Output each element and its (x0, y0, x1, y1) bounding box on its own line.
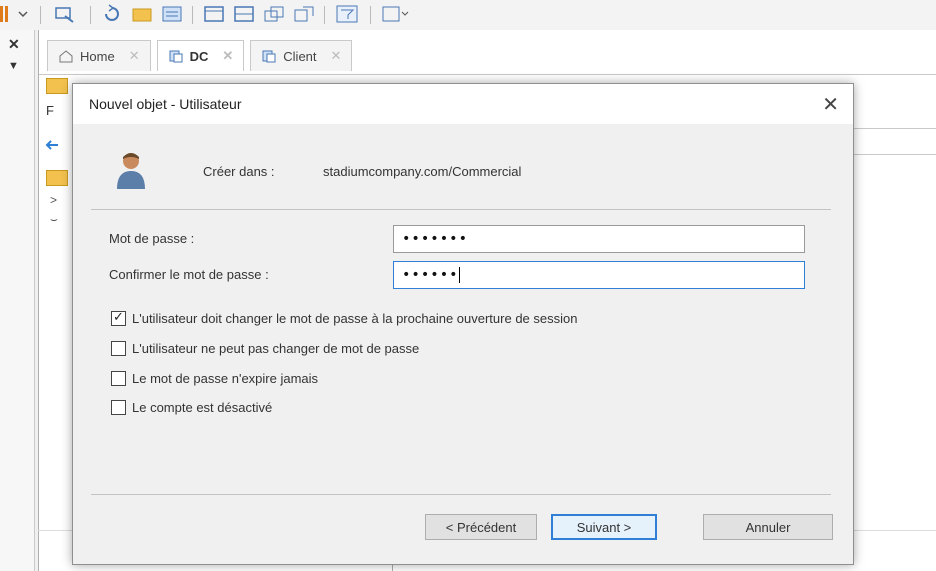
home-icon (59, 50, 73, 63)
confirm-password-field[interactable]: •••••• (393, 261, 805, 289)
menu-fragment: F (46, 103, 54, 118)
divider (91, 494, 831, 495)
toolbar-separator (40, 6, 41, 24)
new-user-dialog: Nouvel objet - Utilisateur ✕ Créer dans … (72, 83, 854, 565)
close-icon[interactable]: ✕ (8, 36, 20, 53)
option-must-change-password[interactable]: L'utilisateur doit changer le mot de pas… (111, 309, 578, 326)
header-line (852, 128, 936, 129)
export-icon[interactable] (292, 4, 316, 24)
option-cannot-change-password[interactable]: L'utilisateur ne peut pas changer de mot… (111, 341, 419, 356)
server-icon (169, 50, 183, 63)
checkbox[interactable] (111, 400, 126, 415)
option-label: L'utilisateur doit changer le mot de pas… (132, 311, 578, 326)
back-arrow-icon[interactable] (44, 138, 60, 150)
cancel-button[interactable]: Annuler (703, 514, 833, 540)
group-icon[interactable] (262, 4, 286, 24)
toolbar-separator (324, 6, 325, 24)
toolbar (0, 0, 936, 30)
checkbox[interactable] (111, 341, 126, 356)
view-icon[interactable] (232, 4, 256, 24)
create-in-label: Créer dans : (203, 164, 275, 179)
move-icon[interactable] (52, 4, 78, 24)
dropdown-icon[interactable] (18, 4, 28, 24)
tab-home[interactable]: Home ✕ (47, 40, 151, 71)
option-label: L'utilisateur ne peut pas changer de mot… (132, 341, 420, 356)
text-cursor (458, 267, 460, 283)
divider (91, 209, 831, 210)
tab-dc[interactable]: DC ✕ (156, 40, 245, 71)
close-icon[interactable]: ✕ (822, 92, 839, 117)
toolbar-separator (192, 6, 193, 24)
checkbox[interactable] (111, 309, 126, 326)
properties-icon[interactable] (202, 4, 226, 24)
folder-icon[interactable] (130, 4, 154, 24)
folder-icon (46, 170, 68, 186)
pause-icon[interactable] (0, 6, 10, 22)
filter-icon[interactable] (334, 4, 360, 24)
confirm-password-value: •••••• (402, 267, 459, 283)
user-icon (117, 153, 145, 189)
left-panel: ✕ ▼ (0, 30, 35, 571)
tab-label: Home (80, 48, 115, 64)
folder-icon (46, 78, 68, 94)
dialog-titlebar[interactable]: Nouvel objet - Utilisateur ✕ (73, 84, 853, 124)
tab-client[interactable]: Client ✕ (250, 40, 353, 71)
option-account-disabled[interactable]: Le compte est désactivé (111, 400, 272, 415)
close-icon[interactable]: ✕ (331, 48, 342, 64)
tab-label: Client (283, 48, 317, 64)
chevron-down-icon[interactable]: ▼ (8, 60, 19, 72)
option-label: Le compte est désactivé (132, 400, 273, 415)
window-icon[interactable] (380, 4, 410, 24)
option-label: Le mot de passe n'expire jamais (132, 371, 319, 386)
password-field[interactable]: ••••••• (393, 225, 805, 253)
back-button[interactable]: < Précédent (425, 514, 537, 540)
option-password-never-expires[interactable]: Le mot de passe n'expire jamais (111, 371, 318, 386)
tab-divider (39, 74, 936, 75)
chevron-right-icon[interactable]: > (50, 193, 57, 207)
tree-connector-icon: ⌣ (50, 212, 58, 226)
next-button[interactable]: Suivant > (551, 514, 657, 540)
toolbar-separator (90, 6, 91, 24)
close-icon[interactable]: ✕ (222, 48, 233, 64)
confirm-password-label: Confirmer le mot de passe : (109, 267, 269, 282)
server-icon (262, 50, 276, 63)
checkbox[interactable] (111, 371, 126, 386)
toolbar-separator (370, 6, 371, 24)
refresh-icon[interactable] (100, 4, 124, 24)
header-line (852, 154, 936, 155)
create-in-path: stadiumcompany.com/Commercial (323, 164, 522, 179)
tab-strip: Home ✕ DC ✕ Client ✕ (47, 40, 353, 74)
close-icon[interactable]: ✕ (129, 48, 140, 64)
password-label: Mot de passe : (109, 231, 195, 246)
dialog-title: Nouvel objet - Utilisateur (89, 96, 242, 112)
tab-label: DC (189, 48, 209, 64)
list-icon[interactable] (160, 4, 184, 24)
